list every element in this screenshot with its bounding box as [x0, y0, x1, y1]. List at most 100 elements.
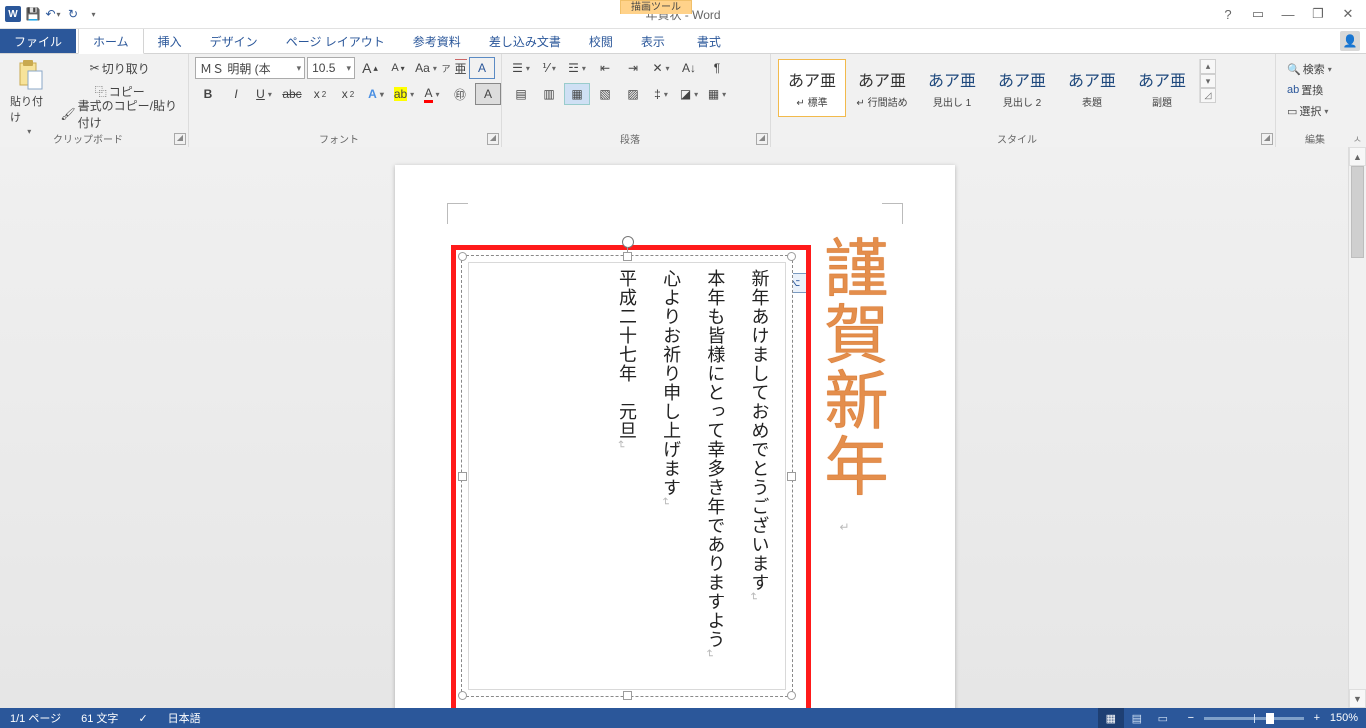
qat-save-icon[interactable]: 💾: [24, 5, 42, 23]
find-button[interactable]: 🔍検索▾: [1282, 59, 1360, 79]
scroll-up-icon[interactable]: ▲: [1349, 147, 1366, 166]
resize-handle[interactable]: [458, 472, 467, 481]
resize-handle[interactable]: [787, 472, 796, 481]
restore-icon[interactable]: ❐: [1306, 4, 1330, 24]
resize-handle[interactable]: [623, 252, 632, 261]
numbering-button[interactable]: ⅟▾: [536, 57, 562, 79]
font-name-combo[interactable]: ＭＳ 明朝 (本: [195, 57, 305, 79]
line-spacing-button[interactable]: ‡▾: [648, 83, 674, 105]
borders-button[interactable]: ▦▾: [704, 83, 730, 105]
rotate-handle[interactable]: [622, 236, 634, 248]
tab-layout[interactable]: ページ レイアウト: [272, 29, 399, 53]
format-painter-button[interactable]: 🖌書式のコピー/貼り付け: [57, 103, 182, 125]
style-heading2[interactable]: あア亜見出し 2: [988, 59, 1056, 117]
char-border-button[interactable]: A: [475, 83, 501, 105]
style-title[interactable]: あア亜表題: [1058, 59, 1126, 117]
font-dialog-launcher[interactable]: ◢: [487, 133, 499, 145]
distributed-button[interactable]: ▨: [620, 83, 646, 105]
select-button[interactable]: ▭選択▾: [1282, 101, 1360, 121]
view-web-layout-icon[interactable]: ▭: [1150, 708, 1176, 728]
vertical-scrollbar[interactable]: ▲ ▼: [1348, 147, 1366, 708]
tab-review[interactable]: 校閲: [575, 29, 627, 53]
help-icon[interactable]: ?: [1216, 4, 1240, 24]
resize-handle[interactable]: [787, 691, 796, 700]
decrease-indent-button[interactable]: ⇤: [592, 57, 618, 79]
paste-button[interactable]: 貼り付け▾: [6, 57, 51, 138]
phonetic-guide-button[interactable]: ア亜: [441, 57, 467, 79]
styles-dialog-launcher[interactable]: ◢: [1261, 133, 1273, 145]
increase-indent-button[interactable]: ⇥: [620, 57, 646, 79]
align-top-button[interactable]: ▤: [508, 83, 534, 105]
style-normal[interactable]: あア亜↵ 標準: [778, 59, 846, 117]
view-print-layout-icon[interactable]: ▦: [1098, 708, 1124, 728]
cut-button[interactable]: ✂切り取り: [57, 57, 182, 79]
change-case-button[interactable]: Aa▾: [413, 57, 439, 79]
document-area[interactable]: 謹賀新年 ⌥ ↵ 新年あけましておめでとうございます↵ 本年も皆様にとって幸多き…: [0, 147, 1349, 708]
tab-design[interactable]: デザイン: [196, 29, 272, 53]
status-language[interactable]: 日本語: [158, 710, 211, 726]
superscript-button[interactable]: x2: [335, 83, 361, 105]
tab-mailings[interactable]: 差し込み文書: [475, 29, 575, 53]
grow-font-button[interactable]: A▴: [357, 57, 383, 79]
close-icon[interactable]: ✕: [1336, 4, 1360, 24]
wordart-greeting[interactable]: 謹賀新年: [817, 235, 884, 499]
style-nospace[interactable]: あア亜↵ 行間詰め: [848, 59, 916, 117]
tab-insert[interactable]: 挿入: [144, 29, 196, 53]
ribbon-display-icon[interactable]: ▭: [1246, 4, 1270, 24]
account-button[interactable]: 👤: [1334, 29, 1366, 53]
italic-button[interactable]: I: [223, 83, 249, 105]
bullets-button[interactable]: ☰▾: [508, 57, 534, 79]
style-heading1[interactable]: あア亜見出し 1: [918, 59, 986, 117]
resize-handle[interactable]: [458, 252, 467, 261]
highlight-button[interactable]: ab▾: [391, 83, 417, 105]
show-marks-button[interactable]: ¶: [704, 57, 730, 79]
clear-formatting-button[interactable]: A: [469, 57, 495, 79]
multilevel-list-button[interactable]: ☲▾: [564, 57, 590, 79]
replace-button[interactable]: ab置換: [1282, 80, 1360, 100]
zoom-level[interactable]: 150%: [1330, 712, 1358, 724]
status-page[interactable]: 1/1 ページ: [0, 710, 71, 726]
scroll-down-icon[interactable]: ▼: [1349, 689, 1366, 708]
strikethrough-button[interactable]: abc: [279, 83, 305, 105]
resize-handle[interactable]: [458, 691, 467, 700]
qat-customize-icon[interactable]: ▾: [84, 5, 102, 23]
qat-undo-icon[interactable]: ↶▾: [44, 5, 62, 23]
zoom-in-icon[interactable]: +: [1310, 712, 1324, 724]
text-effects-button[interactable]: A▾: [363, 83, 389, 105]
paragraph-dialog-launcher[interactable]: ◢: [756, 133, 768, 145]
qat-repeat-icon[interactable]: ↻: [64, 5, 82, 23]
shading-button[interactable]: ◪▾: [676, 83, 702, 105]
tab-file[interactable]: ファイル: [0, 29, 76, 53]
enclose-char-button[interactable]: ㊞: [447, 83, 473, 105]
underline-button[interactable]: U▾: [251, 83, 277, 105]
subscript-button[interactable]: x2: [307, 83, 333, 105]
view-read-mode-icon[interactable]: ▤: [1124, 708, 1150, 728]
text-box-content[interactable]: 新年あけましておめでとうございます↵ 本年も皆様にとって幸多き年でありますよう↵…: [468, 262, 786, 690]
status-word-count[interactable]: 61 文字: [71, 710, 128, 726]
style-gallery-scroll[interactable]: ▴▾◿: [1199, 59, 1216, 103]
scroll-thumb[interactable]: [1351, 166, 1364, 258]
resize-handle[interactable]: [623, 691, 632, 700]
font-color-button[interactable]: A▾: [419, 83, 445, 105]
sort-button[interactable]: A↓: [676, 57, 702, 79]
tab-view[interactable]: 表示: [627, 29, 679, 53]
align-bottom-button[interactable]: ▦: [564, 83, 590, 105]
text-box[interactable]: 新年あけましておめでとうございます↵ 本年も皆様にとって幸多き年でありますよう↵…: [461, 255, 793, 697]
status-proofing-icon[interactable]: ✓: [128, 712, 157, 725]
collapse-ribbon-icon[interactable]: ㅅ: [1353, 131, 1362, 146]
asian-layout-button[interactable]: ✕▾: [648, 57, 674, 79]
shrink-font-button[interactable]: A▾: [385, 57, 411, 79]
font-size-combo[interactable]: 10.5: [307, 57, 355, 79]
tab-references[interactable]: 参考資料: [399, 29, 475, 53]
resize-handle[interactable]: [787, 252, 796, 261]
tab-format[interactable]: 書式: [683, 27, 735, 53]
align-center-v-button[interactable]: ▥: [536, 83, 562, 105]
align-justify-v-button[interactable]: ▧: [592, 83, 618, 105]
zoom-out-icon[interactable]: −: [1184, 712, 1198, 724]
style-subtitle[interactable]: あア亜副題: [1128, 59, 1196, 117]
zoom-slider[interactable]: − + 150%: [1176, 712, 1366, 724]
minimize-icon[interactable]: —: [1276, 4, 1300, 24]
tab-home[interactable]: ホーム: [78, 28, 144, 54]
bold-button[interactable]: B: [195, 83, 221, 105]
clipboard-dialog-launcher[interactable]: ◢: [174, 133, 186, 145]
